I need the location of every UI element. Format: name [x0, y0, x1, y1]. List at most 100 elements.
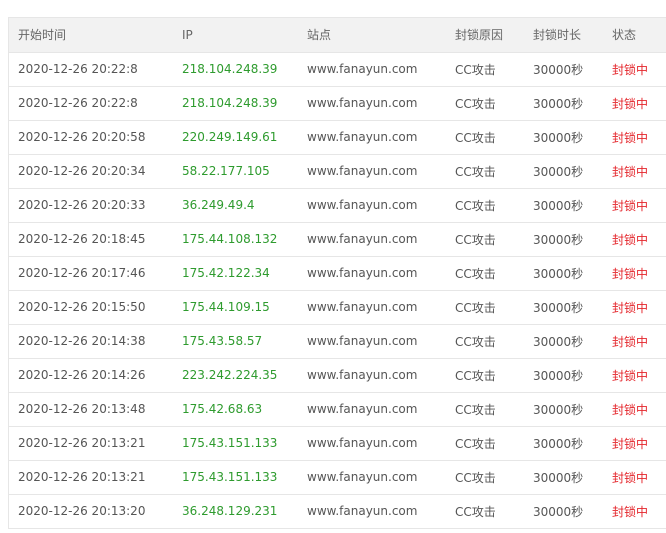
status-cell: 封锁中	[612, 198, 649, 213]
table-row[interactable]: 2020-12-26 20:22:8 218.104.248.39 www.fana…	[9, 52, 666, 86]
status-cell: 封锁中	[612, 96, 649, 111]
table-header: 开始时间 IP 站点 封锁原因 封锁时长 状态	[9, 18, 666, 52]
status-cell: 封锁中	[612, 504, 649, 519]
block-reason-cell: CC攻击	[455, 198, 496, 213]
status-cell: 封锁中	[612, 436, 649, 451]
start-time-cell: 2020-12-26 20:13:21	[18, 436, 146, 450]
start-time-cell: 2020-12-26 20:13:21	[18, 470, 146, 484]
start-time-cell: 2020-12-26 20:17:46	[18, 266, 146, 280]
site-cell: www.fanayun.com	[307, 198, 418, 212]
table-body: 2020-12-26 20:22:8 218.104.248.39 www.fana…	[9, 52, 666, 528]
header-status[interactable]: 状态	[603, 18, 666, 52]
block-reason-cell: CC攻击	[455, 130, 496, 145]
status-cell: 封锁中	[612, 334, 649, 349]
status-cell: 封锁中	[612, 470, 649, 485]
header-block-reason[interactable]: 封锁原因	[446, 18, 524, 52]
table-row[interactable]: 2020-12-26 20:20:33 36.249.49.4 www.fanayu…	[9, 188, 666, 222]
ip-cell: 175.43.58.57	[182, 334, 263, 348]
ip-cell: 175.44.109.15	[182, 300, 270, 314]
block-duration-cell: 30000秒	[533, 334, 584, 349]
status-cell: 封锁中	[612, 266, 649, 281]
block-duration-cell: 30000秒	[533, 62, 584, 77]
table-row[interactable]: 2020-12-26 20:13:21 175.43.151.133 www.fan…	[9, 426, 666, 460]
block-duration-cell: 30000秒	[533, 504, 584, 519]
site-cell: www.fanayun.com	[307, 504, 418, 519]
block-reason-cell: CC攻击	[455, 96, 496, 111]
header-row: 开始时间 IP 站点 封锁原因 封锁时长 状态	[9, 18, 666, 52]
table-row[interactable]: 2020-12-26 20:14:26 223.242.224.35 www.fan…	[9, 358, 666, 392]
start-time-cell: 2020-12-26 20:14:38	[18, 334, 146, 348]
block-duration-cell: 30000秒	[533, 96, 584, 111]
site-cell: www.fanayun.com	[307, 300, 418, 314]
block-reason-cell: CC攻击	[455, 266, 496, 281]
ip-cell: 36.248.129.231	[182, 504, 278, 519]
site-cell: www.fanayun.com	[307, 402, 418, 416]
start-time-cell: 2020-12-26 20:20:33	[18, 198, 146, 212]
start-time-cell: 2020-12-26 20:13:20	[18, 504, 146, 519]
block-duration-cell: 30000秒	[533, 436, 584, 451]
start-time-cell: 2020-12-26 20:22:8	[18, 96, 138, 110]
block-duration-cell: 30000秒	[533, 198, 584, 213]
table-row[interactable]: 2020-12-26 20:13:20 36.248.129.231 www.fan…	[9, 494, 666, 528]
ip-cell: 175.43.151.133	[182, 470, 278, 484]
block-reason-cell: CC攻击	[455, 436, 496, 451]
site-cell: www.fanayun.com	[307, 232, 418, 246]
block-reason-cell: CC攻击	[455, 300, 496, 315]
ip-cell: 175.42.122.34	[182, 266, 270, 280]
ip-cell: 36.249.49.4	[182, 198, 255, 212]
ip-cell: 175.42.68.63	[182, 402, 263, 416]
site-cell: www.fanayun.com	[307, 368, 418, 382]
header-site[interactable]: 站点	[298, 18, 446, 52]
ip-cell: 58.22.177.105	[182, 164, 270, 178]
status-cell: 封锁中	[612, 62, 649, 77]
ip-cell: 218.104.248.39	[182, 96, 278, 110]
block-duration-cell: 30000秒	[533, 232, 584, 247]
block-reason-cell: CC攻击	[455, 470, 496, 485]
block-duration-cell: 30000秒	[533, 266, 584, 281]
table-row[interactable]: 2020-12-26 20:20:34 58.22.177.105 www.fana…	[9, 154, 666, 188]
header-start-time[interactable]: 开始时间	[9, 18, 173, 52]
table-row[interactable]: 2020-12-26 20:18:45 175.44.108.132 www.fan…	[9, 222, 666, 256]
table-row[interactable]: 2020-12-26 20:15:50 175.44.109.15 www.fana…	[9, 290, 666, 324]
header-block-duration[interactable]: 封锁时长	[524, 18, 603, 52]
table-row[interactable]: 2020-12-26 20:13:21 175.43.151.133 www.fan…	[9, 460, 666, 494]
block-reason-cell: CC攻击	[455, 62, 496, 77]
block-reason-cell: CC攻击	[455, 164, 496, 179]
block-reason-cell: CC攻击	[455, 334, 496, 349]
site-cell: www.fanayun.com	[307, 130, 418, 144]
site-cell: www.fanayun.com	[307, 436, 418, 450]
status-cell: 封锁中	[612, 368, 649, 383]
block-log-grid: 开始时间 IP 站点 封锁原因 封锁时长 状态 2020-12-26 20:22…	[9, 18, 666, 528]
block-reason-cell: CC攻击	[455, 504, 496, 519]
block-duration-cell: 30000秒	[533, 164, 584, 179]
header-ip[interactable]: IP	[173, 18, 298, 52]
start-time-cell: 2020-12-26 20:20:34	[18, 164, 146, 178]
table-row[interactable]: 2020-12-26 20:22:8 218.104.248.39 www.fana…	[9, 86, 666, 120]
block-duration-cell: 30000秒	[533, 130, 584, 145]
block-reason-cell: CC攻击	[455, 232, 496, 247]
ip-cell: 175.43.151.133	[182, 436, 278, 450]
site-cell: www.fanayun.com	[307, 334, 418, 348]
site-cell: www.fanayun.com	[307, 470, 418, 484]
table-row[interactable]: 2020-12-26 20:14:38 175.43.58.57 www.fanay…	[9, 324, 666, 358]
block-reason-cell: CC攻击	[455, 368, 496, 383]
start-time-cell: 2020-12-26 20:15:50	[18, 300, 146, 314]
site-cell: www.fanayun.com	[307, 62, 418, 76]
status-cell: 封锁中	[612, 300, 649, 315]
table-row[interactable]: 2020-12-26 20:20:58 220.249.149.61 www.fan…	[9, 120, 666, 154]
table-row[interactable]: 2020-12-26 20:17:46 175.42.122.34 www.fana…	[9, 256, 666, 290]
block-duration-cell: 30000秒	[533, 470, 584, 485]
status-cell: 封锁中	[612, 232, 649, 247]
table-row[interactable]: 2020-12-26 20:13:48 175.42.68.63 www.fanay…	[9, 392, 666, 426]
site-cell: www.fanayun.com	[307, 164, 418, 178]
start-time-cell: 2020-12-26 20:22:8	[18, 62, 138, 76]
site-cell: www.fanayun.com	[307, 96, 418, 110]
block-duration-cell: 30000秒	[533, 368, 584, 383]
ip-cell: 220.249.149.61	[182, 130, 278, 144]
ip-cell: 218.104.248.39	[182, 62, 278, 76]
start-time-cell: 2020-12-26 20:14:26	[18, 368, 146, 382]
status-cell: 封锁中	[612, 164, 649, 179]
start-time-cell: 2020-12-26 20:18:45	[18, 232, 146, 246]
status-cell: 封锁中	[612, 130, 649, 145]
site-cell: www.fanayun.com	[307, 266, 418, 280]
